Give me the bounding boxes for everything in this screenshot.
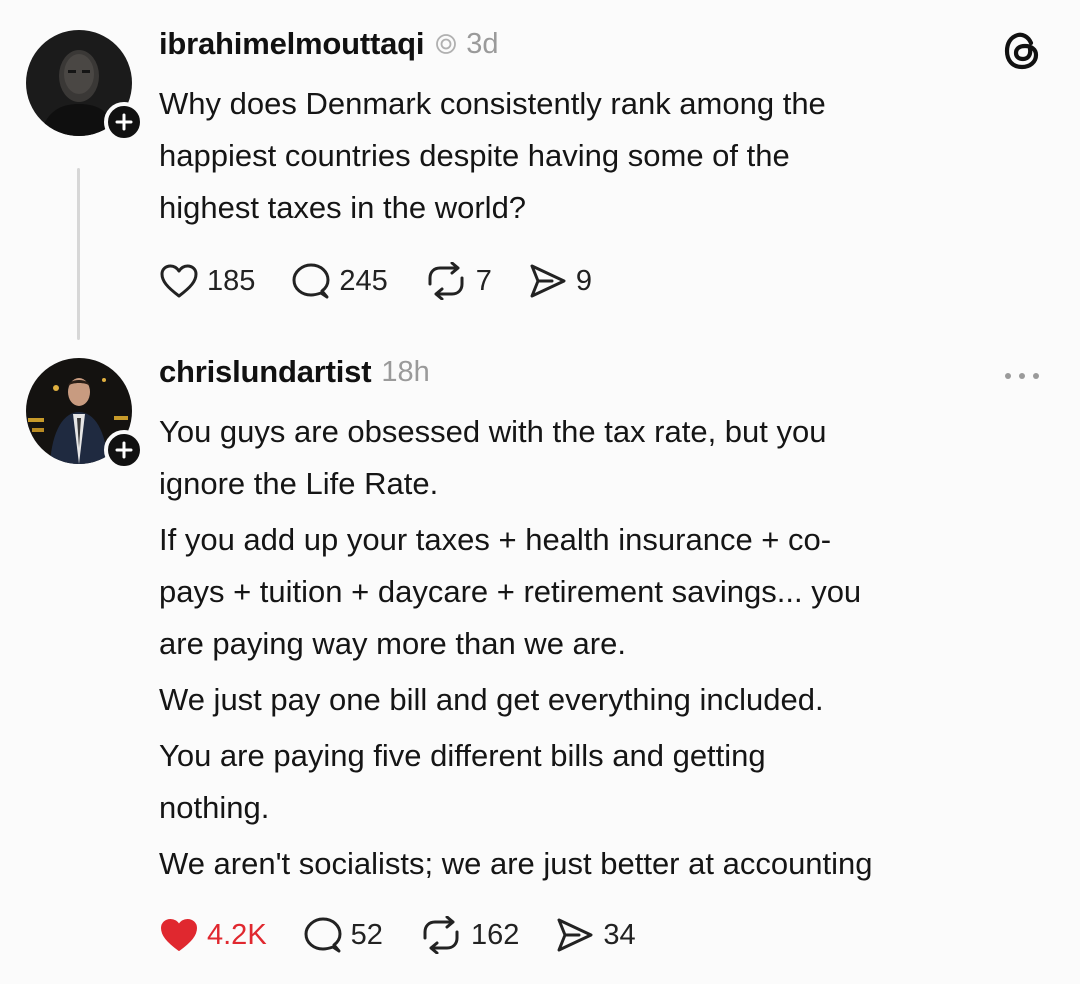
reply-post: chrislundartist 18h You guys are obsesse… xyxy=(0,340,1080,984)
reply-button[interactable]: 52 xyxy=(303,916,383,954)
like-count: 185 xyxy=(207,264,256,297)
reply-button[interactable]: 245 xyxy=(291,262,388,300)
repost-icon xyxy=(428,262,464,300)
reply-line: ignore the Life Rate. xyxy=(159,466,439,501)
post-meta: 18h xyxy=(381,356,429,389)
comment-icon xyxy=(292,263,330,299)
timestamp: 3d xyxy=(466,27,499,60)
post-actions: 185 245 7 9 xyxy=(159,262,628,300)
thread-line xyxy=(77,168,80,340)
repost-icon xyxy=(423,916,459,954)
threads-badge-icon xyxy=(436,34,457,54)
share-count: 34 xyxy=(603,918,636,951)
reply-line: We aren't socialists; we are just better… xyxy=(159,846,873,881)
post-line: Why does Denmark consistently rank among… xyxy=(159,86,826,121)
post-line: highest taxes in the world? xyxy=(159,190,527,225)
reply-line: We just pay one bill and get everything … xyxy=(159,682,824,717)
username[interactable]: ibrahimelmouttaqi xyxy=(159,26,424,62)
reply-line: You guys are obsessed with the tax rate,… xyxy=(159,414,827,449)
repost-count: 162 xyxy=(470,918,520,951)
share-icon xyxy=(530,264,566,298)
repost-button[interactable]: 162 xyxy=(419,916,519,954)
share-button[interactable]: 34 xyxy=(555,916,636,954)
username[interactable]: chrislundartist xyxy=(159,354,372,390)
reply-body: You guys are obsessed with the tax rate,… xyxy=(159,406,1049,890)
heart-icon xyxy=(160,264,198,298)
like-button[interactable]: 4.2K xyxy=(159,917,267,953)
plus-icon xyxy=(115,441,133,459)
like-button[interactable]: 185 xyxy=(159,263,255,299)
repost-count: 7 xyxy=(475,264,492,297)
more-icon[interactable] xyxy=(1002,370,1042,382)
comment-icon xyxy=(304,917,342,953)
post-body: Why does Denmark consistently rank among… xyxy=(159,78,1049,234)
repost-button[interactable]: 7 xyxy=(424,262,492,300)
share-icon xyxy=(557,918,593,952)
reply-line: nothing. xyxy=(159,790,270,825)
share-button[interactable]: 9 xyxy=(528,262,592,300)
post-header: chrislundartist 18h xyxy=(159,354,430,390)
heart-filled-icon xyxy=(161,919,197,951)
original-post: ibrahimelmouttaqi 3d Why does Denmark co… xyxy=(0,0,1080,340)
reply-line: are paying way more than we are. xyxy=(159,626,626,661)
post-meta: 3d xyxy=(434,27,499,61)
share-count: 9 xyxy=(575,264,593,297)
follow-button[interactable] xyxy=(104,430,144,470)
timestamp: 18h xyxy=(381,355,430,388)
reply-count: 245 xyxy=(339,264,388,297)
reply-actions: 4.2K 52 162 34 xyxy=(159,916,672,954)
reply-count: 52 xyxy=(350,918,383,951)
reply-line: pays + tuition + daycare + retirement sa… xyxy=(159,574,862,609)
avatar[interactable] xyxy=(26,30,144,142)
follow-button[interactable] xyxy=(104,102,144,142)
plus-icon xyxy=(115,113,133,131)
avatar[interactable] xyxy=(26,358,144,470)
reply-line: You are paying five different bills and … xyxy=(159,738,766,773)
reply-line: If you add up your taxes + health insura… xyxy=(159,522,832,557)
post-header: ibrahimelmouttaqi 3d xyxy=(159,26,499,62)
threads-logo-icon[interactable] xyxy=(1002,30,1042,72)
post-line: happiest countries despite having some o… xyxy=(159,138,790,173)
like-count: 4.2K xyxy=(207,918,267,951)
